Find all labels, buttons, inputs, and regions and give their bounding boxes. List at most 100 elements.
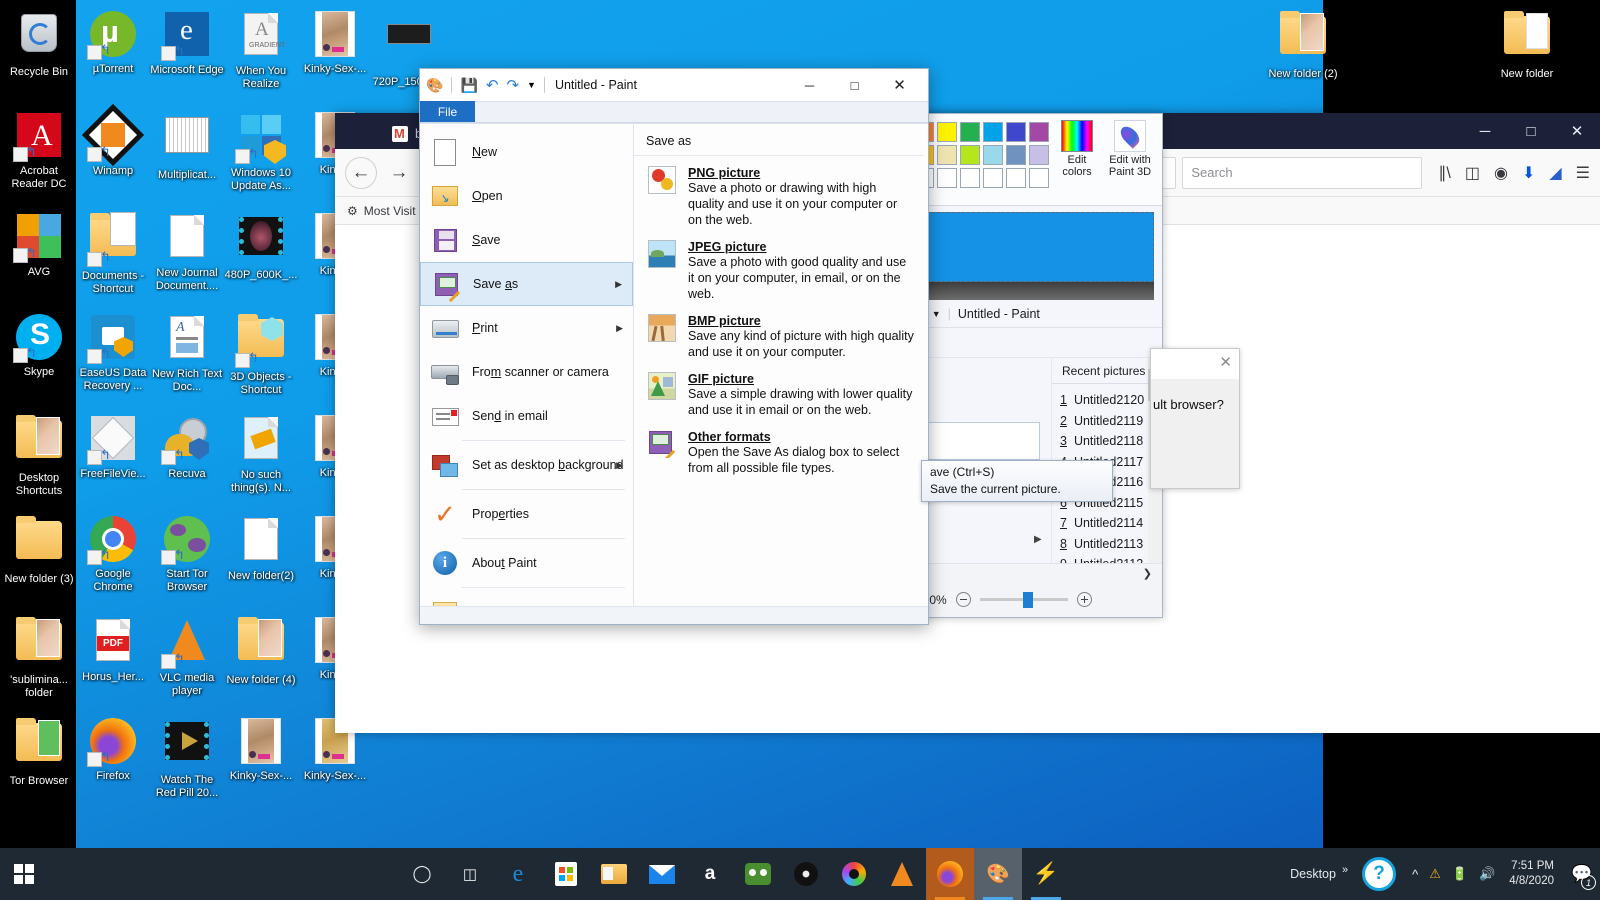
menu-highlight-box[interactable] [912, 422, 1040, 460]
desktop-icon-new-journal-document[interactable]: New Journal Document.... [150, 212, 224, 292]
desktop-icon-skype[interactable]: S Skype [2, 313, 76, 379]
taskbar-cortana-icon[interactable]: ◯ [398, 848, 446, 900]
tray-icons[interactable]: ^ ⚠ 🔋 🔊 [1404, 866, 1503, 882]
sidebar-icon[interactable]: ◫ [1465, 163, 1480, 183]
desktop-icon-no-such-things[interactable]: No such thing(s). N... [224, 414, 298, 494]
overflow-chevron-icon[interactable]: » [1342, 864, 1354, 884]
volume-icon[interactable]: 🔊 [1479, 866, 1495, 882]
taskbar-vlc-icon[interactable] [878, 848, 926, 900]
desktop-icon-start-tor-browser[interactable]: Start Tor Browser [150, 515, 224, 593]
edit-colors-button[interactable]: Edit colors [1056, 120, 1098, 178]
color-swatch[interactable] [1029, 168, 1049, 188]
save-as-bmp[interactable]: BMP picture Save any kind of picture wit… [634, 304, 928, 362]
color-swatch[interactable] [983, 122, 1003, 142]
desktop-peek-label[interactable]: Desktop [1284, 867, 1342, 881]
taskbar-mail-icon[interactable] [638, 848, 686, 900]
pocket-icon[interactable]: ◢ [1549, 163, 1561, 183]
taskbar-paint-icon[interactable]: 🎨 [974, 848, 1022, 900]
color-swatch[interactable] [1006, 168, 1026, 188]
menu-item-save-as[interactable]: Save as ▶ [420, 262, 633, 306]
taskbar-edge-icon[interactable]: e [494, 848, 542, 900]
desktop-icon-watch-the-red-pill[interactable]: Watch The Red Pill 20... [150, 717, 224, 799]
zoom-slider-thumb[interactable] [1022, 592, 1033, 608]
save-as-gif[interactable]: GIF picture Save a simple drawing with l… [634, 362, 928, 420]
save-as-jpeg[interactable]: JPEG picture Save a photo with good qual… [634, 230, 928, 304]
bookmark-most-visited[interactable]: Most Visit [364, 204, 416, 218]
color-swatch[interactable] [1006, 145, 1026, 165]
desktop-icon-windows-10-update[interactable]: Windows 10 Update As... [224, 111, 298, 192]
desktop-icon-desktop-shortcuts[interactable]: Desktop Shortcuts [2, 414, 76, 497]
taskbar-microsoft-store-icon[interactable] [542, 848, 590, 900]
color-swatch[interactable] [960, 168, 980, 188]
zoom-controls[interactable]: 100% [916, 592, 1092, 608]
color-swatch[interactable] [1029, 145, 1049, 165]
color-swatch[interactable] [960, 122, 980, 142]
undo-icon[interactable]: ↶ [486, 76, 499, 94]
menu-item-properties[interactable]: ✓ Properties [420, 492, 633, 536]
minimize-button[interactable]: ─ [787, 70, 832, 101]
color-swatch[interactable] [1029, 122, 1049, 142]
desktop-icon-3d-objects[interactable]: 3D Objects - Shortcut [224, 313, 298, 396]
menu-item-from-scanner-or-camera[interactable]: From scanner or camera [420, 350, 633, 394]
desktop-icon-avg[interactable]: AVG [2, 212, 76, 279]
desktop-icon-subliminal-folder[interactable]: 'sublimina... folder [2, 616, 76, 699]
paint-colors-ribbon[interactable]: Edit colors Edit with Paint 3D rs [904, 114, 1162, 206]
desktop-icon-new-folder-2-right[interactable]: New folder (2) [1266, 10, 1340, 81]
color-swatch[interactable] [983, 168, 1003, 188]
menu-item-save[interactable]: Save [420, 218, 633, 262]
desktop-icon-new-folder-4[interactable]: New folder (4) [224, 616, 298, 687]
taskbar-tor-icon-1[interactable] [782, 848, 830, 900]
desktop-icon-kinky-1[interactable]: Kinky-Sex-... [298, 10, 372, 76]
taskbar-system-tray[interactable]: Desktop » ? ^ ⚠ 🔋 🔊 7:51 PM 4/8/2020 💬 1 [1284, 848, 1600, 900]
paint-secondary-statusbar[interactable]: ❯ 100% [904, 563, 1162, 617]
firefox-toolbar-icons[interactable]: ∥\ ◫ ◉ ⬇ ◢ ☰ [1428, 163, 1590, 183]
customize-quick-access-icon[interactable]: ▼ [527, 80, 536, 90]
security-warning-icon[interactable]: ⚠ [1429, 866, 1441, 882]
paint-titlebar[interactable]: 🎨 💾 ↶ ↷ ▼ Untitled - Paint ─ □ ✕ [420, 69, 928, 101]
desktop-icon-firefox[interactable]: Firefox [76, 717, 150, 783]
color-swatch[interactable] [937, 145, 957, 165]
close-button[interactable]: ✕ [877, 70, 922, 101]
recent-item[interactable]: 2 Untitled2119 [1060, 411, 1162, 432]
color-swatch[interactable] [937, 168, 957, 188]
paint-window-secondary[interactable]: Edit colors Edit with Paint 3D rs ⟳ ▼ | … [903, 113, 1163, 618]
taskbar-file-explorer-icon[interactable] [590, 848, 638, 900]
desktop-icon-microsoft-edge[interactable]: e Microsoft Edge [150, 10, 224, 77]
back-button[interactable]: ← [345, 156, 377, 189]
paint-ribbon-tabs[interactable]: File [420, 101, 928, 123]
help-icon[interactable]: ? [1362, 857, 1397, 891]
zoom-in-button[interactable] [1076, 592, 1092, 607]
close-button[interactable]: ✕ [1554, 122, 1600, 140]
start-button[interactable] [0, 848, 48, 900]
maximize-button[interactable]: □ [1508, 123, 1554, 140]
desktop-icon-multiplication[interactable]: Multiplicat... [150, 111, 224, 182]
paint-secondary-titlebar[interactable]: ⟳ ▼ | Untitled - Paint [904, 300, 1162, 328]
desktop-icon-kinky-8[interactable]: Kinky-Sex-... [224, 717, 298, 783]
desktop-icon-new-folder-right[interactable]: New folder [1490, 10, 1564, 81]
notification-center-button[interactable]: 💬 1 [1564, 848, 1600, 900]
menu-item-send-in-email[interactable]: Send in email [420, 394, 633, 438]
taskbar-winamp-icon[interactable]: ⚡ [1022, 848, 1070, 900]
desktop-icon-vlc[interactable]: VLC media player [150, 616, 224, 697]
desktop-icon-winamp[interactable]: Winamp [76, 103, 150, 178]
close-icon[interactable]: ✕ [1219, 353, 1232, 371]
search-input[interactable]: Search [1182, 156, 1423, 189]
desktop-icon-new-folder-2-file[interactable]: New folder(2) [224, 515, 298, 583]
desktop-icon-documents-shortcut[interactable]: Documents - Shortcut [76, 212, 150, 295]
taskbar-tor-icon-2[interactable] [830, 848, 878, 900]
recent-item[interactable]: 3 Untitled2118 [1060, 431, 1162, 452]
expand-chevron-icon[interactable]: ❯ [1143, 567, 1152, 580]
edit-with-paint-3d-button[interactable]: Edit with Paint 3D [1104, 120, 1156, 178]
desktop-icon-utorrent[interactable]: µ µTorrent [76, 10, 150, 76]
account-icon[interactable]: ◉ [1494, 163, 1508, 183]
color-swatch[interactable] [937, 122, 957, 142]
recent-item[interactable]: 7 Untitled2114 [1060, 513, 1162, 534]
menu-item-new[interactable]: NNewew [420, 130, 633, 174]
recent-item[interactable]: 8 Untitled2113 [1060, 534, 1162, 555]
color-swatch[interactable] [1006, 122, 1026, 142]
desktop-icon-acrobat[interactable]: A Acrobat Reader DC [2, 111, 76, 190]
paint-window-primary[interactable]: 🎨 💾 ↶ ↷ ▼ Untitled - Paint ─ □ ✕ File NN… [419, 68, 929, 625]
taskbar[interactable]: ◯ ◫ e a 🎨 ⚡ Desktop » ? ^ ⚠ 🔋 🔊 7:51 PM … [0, 848, 1600, 900]
color-swatch-grid[interactable] [914, 122, 1049, 188]
save-as-panel[interactable]: Save as PNG picture Save a photo or draw… [634, 124, 928, 624]
